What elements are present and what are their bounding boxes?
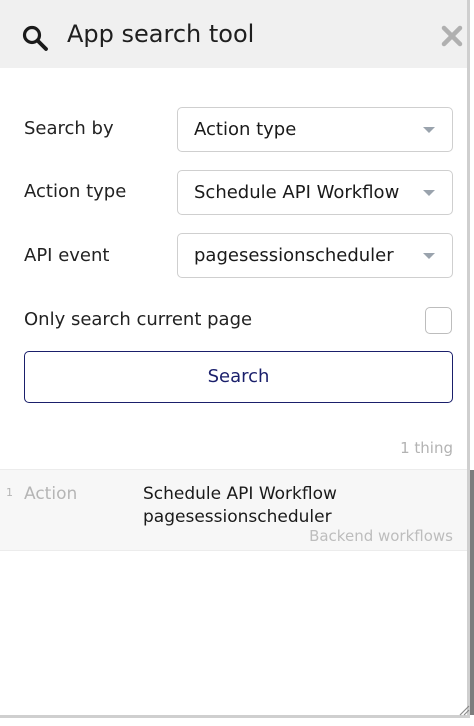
results-scrollbar[interactable]	[470, 470, 474, 715]
panel-title: App search tool	[67, 20, 255, 48]
result-action-name: Schedule API Workflow	[143, 484, 337, 504]
search-icon	[22, 25, 48, 51]
result-index: 1	[6, 486, 13, 499]
close-icon[interactable]	[440, 24, 464, 48]
only-current-page-checkbox[interactable]	[425, 307, 452, 334]
resize-handle-icon[interactable]	[458, 704, 470, 716]
chevron-down-icon	[423, 190, 435, 196]
action-type-dropdown[interactable]: Schedule API Workflow	[177, 170, 453, 215]
result-item[interactable]: 1 Action Schedule API Workflow pagesessi…	[0, 469, 467, 551]
search-by-dropdown[interactable]: Action type	[177, 107, 453, 152]
result-type: Action	[24, 484, 78, 504]
only-current-page-label: Only search current page	[24, 309, 253, 330]
search-button[interactable]: Search	[24, 351, 453, 403]
result-event-name: pagesessionscheduler	[143, 507, 332, 527]
action-type-label: Action type	[24, 181, 127, 202]
chevron-down-icon	[423, 127, 435, 133]
search-by-value: Action type	[194, 119, 297, 140]
app-search-panel: App search tool Search by Action type Ac…	[0, 0, 470, 718]
results-count: 1 thing	[400, 439, 453, 457]
result-context: Backend workflows	[309, 527, 453, 545]
api-event-value: pagesessionscheduler	[194, 245, 394, 266]
action-type-value: Schedule API Workflow	[194, 182, 400, 203]
chevron-down-icon	[423, 253, 435, 259]
api-event-label: API event	[24, 245, 110, 266]
search-by-label: Search by	[24, 118, 114, 139]
panel-header: App search tool	[0, 0, 467, 68]
api-event-dropdown[interactable]: pagesessionscheduler	[177, 233, 453, 278]
